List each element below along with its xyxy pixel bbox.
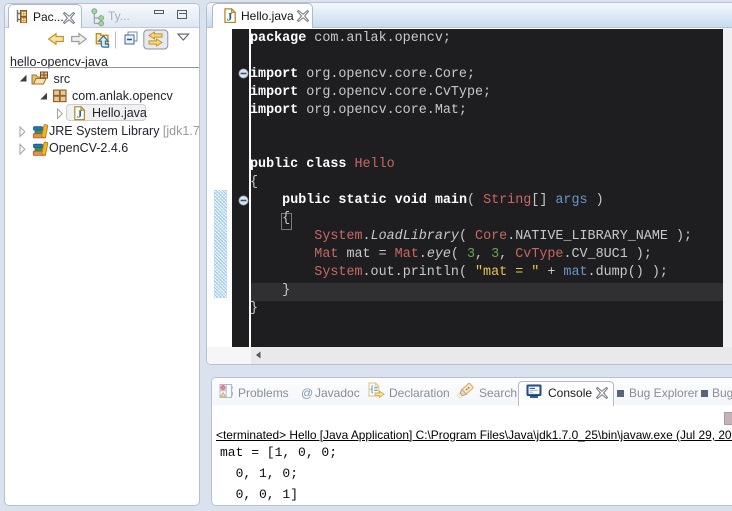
svg-text:J: J: [77, 109, 83, 121]
svg-text:J: J: [226, 10, 232, 23]
